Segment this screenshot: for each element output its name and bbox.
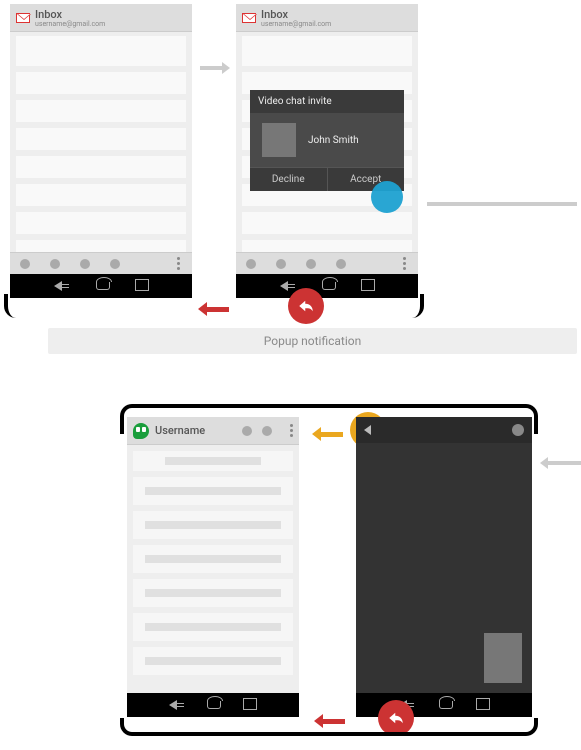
nav-back-icon[interactable] [169,700,184,710]
list-item[interactable] [16,36,186,66]
tab-icon[interactable] [276,259,286,269]
list-item[interactable] [16,184,186,206]
tab-icon[interactable] [246,259,256,269]
list-item[interactable] [133,451,293,471]
tab-icon[interactable] [80,259,90,269]
tab-icon[interactable] [306,259,316,269]
gmail-icon [16,13,30,23]
nav-recent-icon[interactable] [245,700,257,710]
video-call-body [356,443,532,693]
tab-icon[interactable] [20,259,30,269]
flow-arrow-icon [540,457,581,469]
list-item[interactable] [133,579,293,607]
hangouts-header: Username [127,417,299,445]
header-action-icon[interactable] [242,426,252,436]
frame-bracket [120,718,538,736]
list-item[interactable] [16,100,186,122]
username-label: Username [155,424,205,437]
list-item[interactable] [16,212,186,234]
list-item[interactable] [133,511,293,539]
flow-arrow-icon [200,62,230,74]
hangouts-icon [133,423,149,439]
tab-icon[interactable] [336,259,346,269]
list-item[interactable] [133,477,293,505]
nav-recent-icon[interactable] [137,281,149,291]
up-flow-arrow-icon [312,427,343,441]
account-subtitle: username@gmail.com [35,21,105,28]
list-item[interactable] [16,156,186,178]
email-list [10,32,192,256]
caller-avatar [262,123,296,157]
tab-bar [236,252,418,274]
list-item[interactable] [16,72,186,94]
inbox-title: Inbox [261,8,331,21]
nav-back-icon[interactable] [54,281,69,291]
chat-list [127,445,299,687]
header-action-icon[interactable] [512,424,524,436]
video-chat-invite-dialog: Video chat invite John Smith Decline Acc… [250,90,404,191]
popup-notification-label: Popup notification [48,328,577,354]
touch-target-icon [371,181,403,213]
list-item[interactable] [16,128,186,150]
tab-icon[interactable] [50,259,60,269]
account-subtitle: username@gmail.com [261,21,331,28]
gmail-header: Inbox username@gmail.com [10,4,192,32]
dialog-title: Video chat invite [250,90,404,113]
decline-button[interactable]: Decline [250,168,327,191]
gmail-icon [242,13,256,23]
flow-arrow-icon [427,202,577,206]
list-item[interactable] [133,647,293,675]
overflow-menu-icon[interactable] [403,257,408,270]
frame-bracket [4,294,424,318]
inbox-title: Inbox [35,8,105,21]
up-caret-icon[interactable] [364,425,371,435]
caller-name: John Smith [308,135,359,146]
video-call-header [356,417,532,443]
overflow-menu-icon[interactable] [177,257,182,270]
system-navbar [127,693,299,717]
nav-back-icon[interactable] [280,281,295,291]
overflow-menu-icon[interactable] [290,424,293,437]
self-video-thumbnail[interactable] [484,633,522,683]
list-item[interactable] [133,613,293,641]
nav-recent-icon[interactable] [363,281,375,291]
tab-icon[interactable] [110,259,120,269]
list-item[interactable] [242,212,412,234]
nav-home-icon[interactable] [322,282,336,290]
list-item[interactable] [242,36,412,66]
gmail-header: Inbox username@gmail.com [236,4,418,32]
nav-home-icon[interactable] [96,282,110,290]
nav-home-icon[interactable] [439,701,453,709]
list-item[interactable] [133,545,293,573]
header-action-icon[interactable] [262,426,272,436]
nav-recent-icon[interactable] [478,700,490,710]
tab-bar [10,252,192,274]
nav-home-icon[interactable] [207,701,221,709]
